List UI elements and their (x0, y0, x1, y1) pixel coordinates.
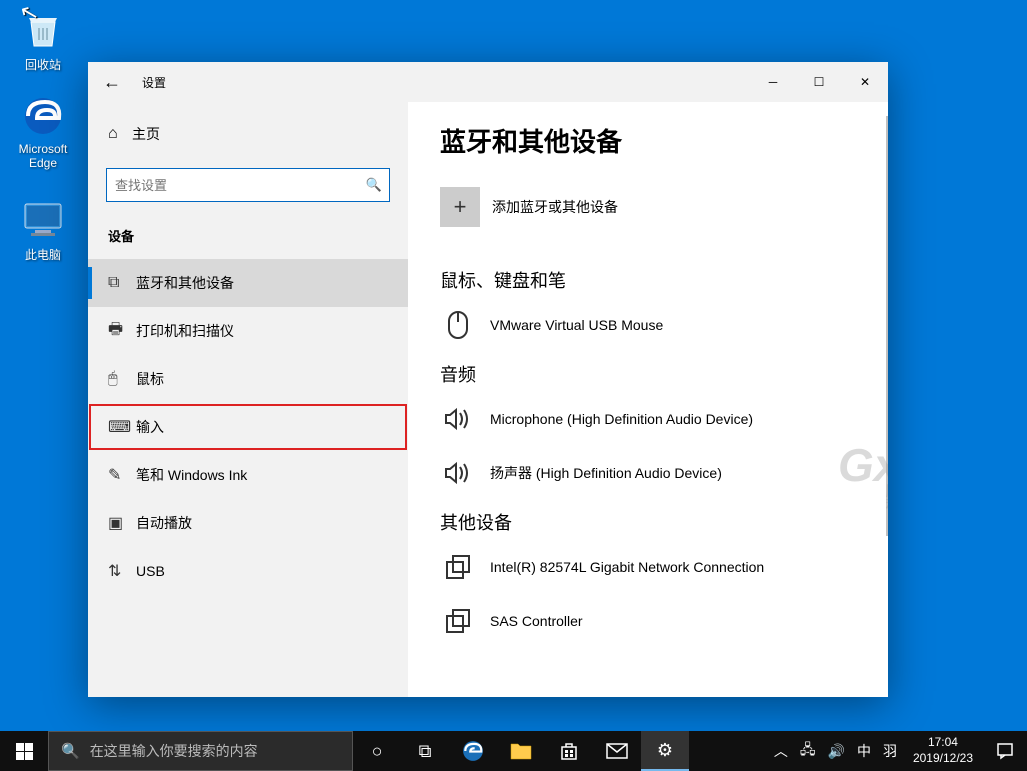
taskbar-settings[interactable]: ⚙ (641, 731, 689, 771)
sidebar-section-title: 设备 (88, 220, 408, 259)
nav-typing[interactable]: ⌨ 输入 (88, 403, 408, 451)
keyboard-icon: ⌨ (108, 417, 136, 437)
nav-label: 输入 (136, 417, 164, 437)
home-label: 主页 (132, 124, 160, 144)
taskbar-explorer[interactable] (497, 731, 545, 771)
nav-label: 蓝牙和其他设备 (136, 273, 234, 293)
back-button[interactable]: ← (88, 72, 136, 93)
desktop-label: 回收站 (6, 56, 80, 73)
device-item[interactable]: 扬声器 (High Definition Audio Device) (440, 455, 856, 491)
usb-icon: ⇅ (108, 561, 136, 581)
speaker-icon (440, 401, 476, 437)
nav-pen[interactable]: ✎ 笔和 Windows Ink (88, 451, 408, 499)
nav-printers[interactable]: 🖶 打印机和扫描仪 (88, 307, 408, 355)
printer-icon: 🖶 (108, 318, 136, 345)
scrollbar[interactable] (886, 116, 888, 536)
tray-time: 17:04 (913, 735, 973, 751)
device-name: VMware Virtual USB Mouse (490, 317, 663, 333)
bluetooth-devices-icon: ⧉ (108, 274, 136, 292)
device-name: SAS Controller (490, 613, 583, 629)
desktop-icon-edge[interactable]: Microsoft Edge (6, 92, 80, 170)
nav-label: 自动播放 (136, 513, 192, 533)
search-box[interactable]: 🔍 (106, 168, 390, 202)
task-view-button[interactable]: ⧉ (401, 731, 449, 771)
device-name: Intel(R) 82574L Gigabit Network Connecti… (490, 559, 764, 575)
system-tray: ︿ 🖧 🔊 中 羽 17:04 2019/12/23 (768, 731, 1027, 771)
plus-icon: + (440, 187, 480, 227)
window-title: 设置 (142, 74, 166, 91)
edge-icon (19, 92, 67, 140)
tray-ime-1[interactable]: 中 (851, 741, 877, 761)
device-name: Microphone (High Definition Audio Device… (490, 411, 753, 427)
taskbar: 🔍 在这里输入你要搜索的内容 ○ ⧉ ⚙ ︿ 🖧 🔊 中 羽 17:04 201… (0, 731, 1027, 771)
device-icon (440, 603, 476, 639)
desktop-label: 此电脑 (6, 246, 80, 263)
desktop-icon-this-pc[interactable]: 此电脑 (6, 196, 80, 263)
pen-icon: ✎ (108, 465, 136, 485)
section-title-audio: 音频 (440, 361, 856, 387)
pc-icon (19, 196, 67, 244)
nav-label: USB (136, 563, 165, 579)
home-icon: ⌂ (108, 125, 132, 143)
titlebar: ← 设置 ─ ☐ ✕ (88, 62, 888, 102)
section-title-mouse-keyboard-pen: 鼠标、键盘和笔 (440, 267, 856, 293)
add-device-button[interactable]: + 添加蓝牙或其他设备 (440, 187, 856, 227)
taskbar-search[interactable]: 🔍 在这里输入你要搜索的内容 (48, 731, 353, 771)
device-icon (440, 549, 476, 585)
nav-bluetooth[interactable]: ⧉ 蓝牙和其他设备 (88, 259, 408, 307)
content-pane: 蓝牙和其他设备 + 添加蓝牙或其他设备 Gxlcms 脚本 源码 编程 鼠标、键… (408, 102, 888, 697)
desktop-label: Microsoft Edge (6, 142, 80, 170)
mouse-device-icon (440, 307, 476, 343)
search-input[interactable] (107, 178, 359, 193)
device-item[interactable]: Intel(R) 82574L Gigabit Network Connecti… (440, 549, 856, 585)
search-icon: 🔍 (61, 742, 80, 760)
tray-clock[interactable]: 17:04 2019/12/23 (903, 735, 983, 766)
section-title-other: 其他设备 (440, 509, 856, 535)
recycle-bin-icon (19, 6, 67, 54)
start-button[interactable] (0, 731, 48, 771)
home-link[interactable]: ⌂ 主页 (88, 112, 408, 156)
cortana-button[interactable]: ○ (353, 731, 401, 771)
search-icon: 🔍 (359, 177, 389, 193)
taskbar-search-placeholder: 在这里输入你要搜索的内容 (90, 741, 258, 761)
tray-date: 2019/12/23 (913, 751, 973, 767)
tray-network-icon[interactable]: 🖧 (794, 739, 822, 763)
autoplay-icon: ▣ (108, 513, 136, 533)
taskbar-edge[interactable] (449, 731, 497, 771)
taskbar-mail[interactable] (593, 731, 641, 771)
minimize-button[interactable]: ─ (750, 62, 796, 102)
sidebar: ⌂ 主页 🔍 设备 ⧉ 蓝牙和其他设备 🖶 打印机和扫描仪 🖱 鼠标 ⌨ (88, 102, 408, 697)
maximize-button[interactable]: ☐ (796, 62, 842, 102)
add-device-label: 添加蓝牙或其他设备 (492, 197, 618, 217)
device-item[interactable]: Microphone (High Definition Audio Device… (440, 401, 856, 437)
taskbar-store[interactable] (545, 731, 593, 771)
desktop-icon-recycle-bin[interactable]: 回收站 (6, 6, 80, 73)
action-center-button[interactable] (983, 742, 1027, 760)
settings-window: ← 设置 ─ ☐ ✕ ⌂ 主页 🔍 设备 ⧉ 蓝牙和其他设备 🖶 打印机和扫描仪 (88, 62, 888, 697)
nav-mouse[interactable]: 🖱 鼠标 (88, 355, 408, 403)
nav-usb[interactable]: ⇅ USB (88, 547, 408, 595)
nav-label: 鼠标 (136, 369, 164, 389)
device-name: 扬声器 (High Definition Audio Device) (490, 463, 722, 483)
nav-autoplay[interactable]: ▣ 自动播放 (88, 499, 408, 547)
speaker-icon (440, 455, 476, 491)
page-heading: 蓝牙和其他设备 (440, 122, 856, 159)
tray-ime-2[interactable]: 羽 (877, 741, 903, 761)
device-item[interactable]: VMware Virtual USB Mouse (440, 307, 856, 343)
device-item[interactable]: SAS Controller (440, 603, 856, 639)
tray-chevron-up-icon[interactable]: ︿ (768, 741, 794, 761)
nav-label: 打印机和扫描仪 (136, 321, 234, 341)
mouse-icon: 🖱 (108, 370, 136, 388)
tray-volume-icon[interactable]: 🔊 (822, 743, 851, 760)
close-button[interactable]: ✕ (842, 62, 888, 102)
nav-label: 笔和 Windows Ink (136, 465, 247, 485)
